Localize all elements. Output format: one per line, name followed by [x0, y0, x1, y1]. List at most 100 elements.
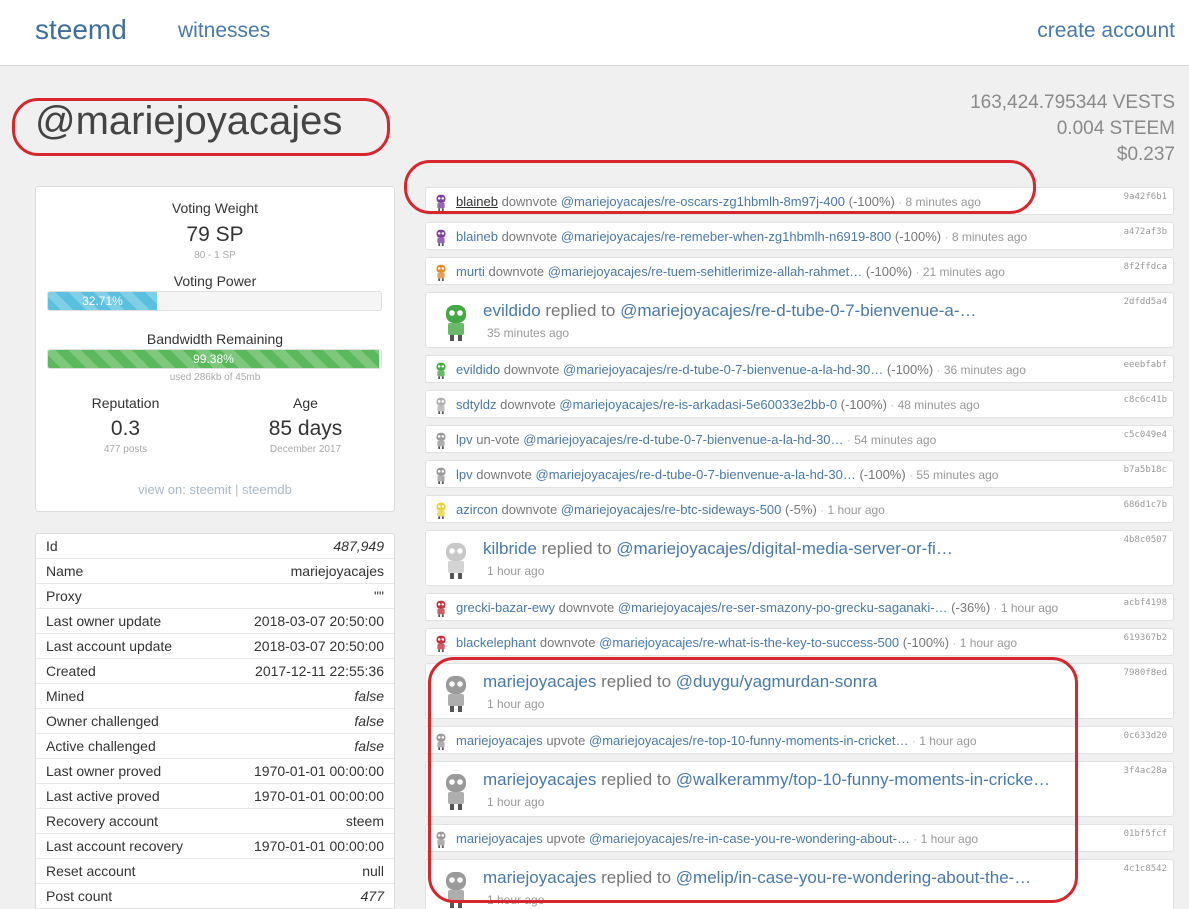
steemdb-link[interactable]: steemdb: [242, 482, 292, 497]
activity-user-link[interactable]: murti: [456, 264, 485, 279]
transaction-hash[interactable]: 4c1c8542: [1124, 864, 1167, 874]
transaction-hash[interactable]: 619367b2: [1124, 633, 1167, 643]
activity-user-link[interactable]: sdtyldz: [456, 397, 496, 412]
activity-target-link[interactable]: @mariejoyacajes/re-d-tube-0-7-bienvenue-…: [620, 301, 976, 320]
property-row: Name mariejoyacajes: [36, 559, 394, 584]
activity-target-link[interactable]: @mariejoyacajes/re-tuem-sehitlerimize-al…: [548, 264, 862, 279]
user-avatar-icon: [432, 193, 450, 216]
activity-user-link[interactable]: grecki-bazar-ewy: [456, 600, 555, 615]
balance-steem: 0.004 STEEM: [1056, 118, 1175, 139]
property-row: Last account update 2018-03-07 20:50:00: [36, 634, 394, 659]
activity-user-link[interactable]: lpv: [456, 432, 473, 447]
activity-item: sdtyldz downvote @mariejoyacajes/re-is-a…: [425, 390, 1174, 418]
voting-weight-value: 79 SP: [186, 223, 244, 246]
activity-user-link[interactable]: mariejoyacajes: [483, 672, 596, 691]
activity-target-link[interactable]: @mariejoyacajes/re-top-10-funny-moments-…: [589, 733, 909, 748]
activity-user-link[interactable]: mariejoyacajes: [483, 868, 596, 887]
activity-target-link[interactable]: @mariejoyacajes/re-is-arkadasi-5e60033e2…: [559, 397, 837, 412]
activity-line: mariejoyacajes upvote @mariejoyacajes/re…: [456, 831, 978, 846]
activity-target-link[interactable]: @melip/in-case-you-re-wondering-about-th…: [676, 868, 1032, 887]
property-row: Last owner update 2018-03-07 20:50:00: [36, 609, 394, 634]
activity-line: lpv downvote @mariejoyacajes/re-d-tube-0…: [456, 467, 998, 482]
transaction-hash[interactable]: b7a5b18c: [1124, 465, 1167, 475]
activity-target-link[interactable]: @mariejoyacajes/re-d-tube-0-7-bienvenue-…: [523, 432, 843, 447]
voting-weight-range: 80 - 1 SP: [194, 250, 236, 261]
bandwidth-label: Bandwidth Remaining: [146, 331, 284, 347]
activity-time: 54 minutes ago: [854, 433, 937, 447]
age-since: December 2017: [269, 444, 342, 455]
activity-item: blaineb downvote @mariejoyacajes/re-osca…: [425, 187, 1174, 215]
property-row: Active challenged false: [36, 734, 394, 759]
activity-time: 1 hour ago: [827, 503, 885, 517]
property-key: Mined: [46, 688, 85, 704]
post-count-small: 477 posts: [103, 444, 148, 455]
property-value: 2018-03-07 20:50:00: [254, 638, 384, 654]
voting-power-fill: 32.71%: [48, 292, 157, 310]
activity-user-link[interactable]: blaineb: [456, 229, 498, 244]
transaction-hash[interactable]: 3f4ac28a: [1124, 766, 1167, 776]
activity-target-link[interactable]: @mariejoyacajes/re-remeber-when-zg1hbmlh…: [561, 229, 891, 244]
property-value: mariejoyacajes: [290, 563, 384, 579]
activity-user-link[interactable]: evildido: [456, 362, 500, 377]
dot-separator: ·: [816, 503, 828, 517]
activity-time: 1 hour ago: [919, 734, 977, 748]
activity-user-link[interactable]: azircon: [456, 502, 498, 517]
property-row: Recovery account steem: [36, 809, 394, 834]
activity-time: 8 minutes ago: [905, 195, 981, 209]
activity-target-link[interactable]: @duygu/yagmurdan-sonra: [676, 672, 878, 691]
dot-separator: ·: [949, 636, 960, 650]
transaction-hash[interactable]: eeebfabf: [1124, 360, 1167, 370]
nav-create-account-link[interactable]: create account: [1037, 19, 1175, 43]
activity-user-link[interactable]: kilbride: [483, 539, 537, 558]
activity-item: lpv downvote @mariejoyacajes/re-d-tube-0…: [425, 460, 1174, 488]
activity-time: 1 hour ago: [920, 832, 979, 846]
activity-user-link[interactable]: evildido: [483, 301, 541, 320]
activity-item: mariejoyacajes replied to @duygu/yagmurd…: [425, 663, 1174, 719]
property-key: Post count: [46, 888, 113, 904]
transaction-hash[interactable]: 01bf5fcf: [1124, 829, 1167, 839]
transaction-hash[interactable]: acbf4198: [1124, 598, 1167, 608]
activity-target-link[interactable]: @mariejoyacajes/re-ser-smazony-po-grecku…: [618, 600, 948, 615]
activity-weight: (-36%): [951, 600, 991, 615]
steemit-link[interactable]: steemit: [189, 482, 231, 497]
transaction-hash[interactable]: 2dfdd5a4: [1124, 297, 1167, 307]
activity-target-link[interactable]: @mariejoyacajes/re-oscars-zg1hbmlh-8m97j…: [561, 194, 845, 209]
nav-witnesses-link[interactable]: witnesses: [178, 19, 270, 43]
reputation-block: Reputation 0.3 477 posts: [36, 395, 215, 455]
activity-time: 1 hour ago: [959, 636, 1018, 650]
activity-operation: replied to: [601, 672, 672, 691]
activity-user-link[interactable]: mariejoyacajes: [483, 770, 596, 789]
activity-user-link[interactable]: blaineb: [456, 194, 498, 209]
activity-operation: downvote: [500, 397, 556, 412]
activity-target-link[interactable]: @mariejoyacajes/digital-media-server-or-…: [616, 539, 953, 558]
brand-link[interactable]: steemd: [35, 14, 127, 46]
navbar: steemd witnesses create account: [0, 0, 1189, 66]
activity-target-link[interactable]: @mariejoyacajes/re-d-tube-0-7-bienvenue-…: [536, 467, 856, 482]
transaction-hash[interactable]: 4b8c0507: [1124, 535, 1167, 545]
activity-target-link[interactable]: @mariejoyacajes/re-what-is-the-key-to-su…: [599, 635, 899, 650]
transaction-hash[interactable]: 686d1c7b: [1124, 500, 1167, 510]
activity-line: azircon downvote @mariejoyacajes/re-btc-…: [456, 502, 885, 517]
activity-target-link[interactable]: @mariejoyacajes/re-btc-sideways-500: [561, 502, 782, 517]
activity-user-link[interactable]: blackelephant: [456, 635, 536, 650]
activity-line: kilbride replied to @mariejoyacajes/digi…: [483, 539, 953, 559]
activity-target-link[interactable]: @mariejoyacajes/re-in-case-you-re-wonder…: [589, 831, 910, 846]
user-avatar-icon: [432, 466, 450, 489]
activity-user-link[interactable]: lpv: [456, 467, 473, 482]
dot-separator: ·: [910, 832, 921, 846]
activity-target-link[interactable]: @walkerammy/top-10-funny-moments-in-cric…: [676, 770, 1050, 789]
transaction-hash[interactable]: 7980f8ed: [1124, 668, 1167, 678]
user-avatar-icon: [432, 228, 450, 251]
activity-target-link[interactable]: @mariejoyacajes/re-d-tube-0-7-bienvenue-…: [563, 362, 883, 377]
transaction-hash[interactable]: 0c633d20: [1124, 731, 1167, 741]
transaction-hash[interactable]: 9a42f6b1: [1124, 192, 1167, 202]
activity-user-link[interactable]: mariejoyacajes: [456, 831, 543, 846]
activity-weight: (-5%): [785, 502, 817, 517]
dot-separator: ·: [908, 734, 920, 748]
activity-line: mariejoyacajes upvote @mariejoyacajes/re…: [456, 733, 977, 748]
transaction-hash[interactable]: 8f2ffdca: [1124, 262, 1167, 272]
activity-user-link[interactable]: mariejoyacajes: [456, 733, 543, 748]
transaction-hash[interactable]: a472af3b: [1124, 227, 1167, 237]
transaction-hash[interactable]: c8c6c41b: [1124, 395, 1167, 405]
transaction-hash[interactable]: c5c049e4: [1124, 430, 1167, 440]
